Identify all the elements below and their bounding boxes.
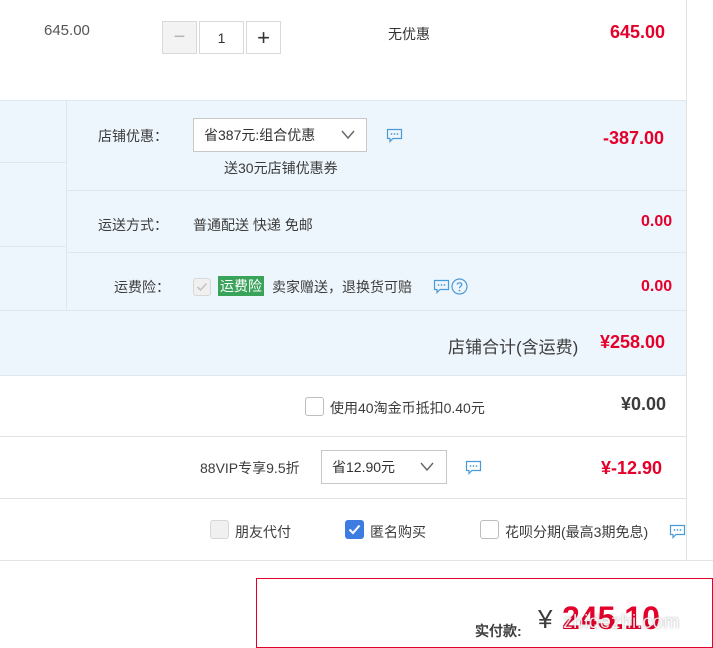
shop-total-label: 店铺合计(含运费) [448,338,579,357]
message-icon[interactable] [433,279,450,294]
plus-icon: + [257,24,270,50]
insurance-tag: 运费险 [218,276,264,296]
shop-promo-label: 店铺优惠： [98,128,168,144]
anonymous-label: 匿名购买 [370,524,426,540]
shop-promo-note: 送30元店铺优惠券 [224,160,338,176]
panel-left-line-c [0,246,66,247]
options-row-divider [0,560,713,561]
huabei-checkbox[interactable] [480,520,499,539]
item-subtotal: 645.00 [610,22,666,42]
payment-label: 实付款: [475,623,522,639]
friend-pay-checkbox [210,520,229,539]
quantity-increment-button[interactable]: + [246,21,281,54]
vip-selected: 省12.90元 [332,459,396,475]
shop-promo-amount: -387.00 [603,128,665,148]
coins-row-divider [0,436,686,437]
right-border [686,0,687,560]
quantity-input[interactable]: 1 [199,21,244,54]
message-icon[interactable] [669,524,686,539]
shop-total-amount: ¥258.00 [600,332,666,352]
panel-top-line [0,100,686,101]
insurance-text: 卖家赠送，退换货可赔 [272,279,412,295]
coins-amount: ¥0.00 [621,394,667,414]
message-icon[interactable] [386,128,403,143]
minus-icon: − [173,26,186,48]
vip-select[interactable]: 省12.90元 [321,450,447,484]
help-icon[interactable] [451,278,468,295]
insurance-label: 运费险： [114,279,170,295]
shipping-row-divider [66,252,686,253]
vip-row-divider [0,498,686,499]
coins-label: 使用40淘金币抵扣0.40元 [330,400,485,416]
panel-left-line-b [0,162,66,163]
vip-amount: ¥-12.90 [601,458,663,478]
total-row-divider [0,310,686,311]
anonymous-checkbox[interactable] [345,520,364,539]
panel-bottom-line [0,375,686,376]
watermark: zhidezhi.com [563,612,680,633]
chevron-down-icon [341,129,355,141]
friend-pay-label: 朋友代付 [235,524,291,540]
insurance-amount: 0.00 [641,278,673,295]
payment-currency: ¥ [538,604,553,634]
quantity-decrement-button[interactable]: − [162,21,197,54]
shop-promo-selected: 省387元:组合优惠 [204,127,316,143]
huabei-label: 花呗分期(最高3期免息) [505,524,649,540]
chevron-down-icon [420,461,434,473]
shipping-value: 普通配送 快递 免邮 [193,217,313,233]
message-icon[interactable] [465,460,482,475]
item-discount: 无优惠 [388,26,430,42]
shipping-label: 运送方式： [98,217,168,233]
shop-promo-select[interactable]: 省387元:组合优惠 [193,118,367,152]
item-unit-price: 645.00 [44,22,90,39]
shipping-amount: 0.00 [641,213,673,230]
promo-row-divider [66,190,686,191]
quantity-value: 1 [217,29,226,46]
vip-label: 88VIP专享9.5折 [200,460,300,476]
panel-inner-left-line [66,100,67,310]
insurance-checkbox [193,278,211,296]
coins-checkbox[interactable] [305,397,324,416]
